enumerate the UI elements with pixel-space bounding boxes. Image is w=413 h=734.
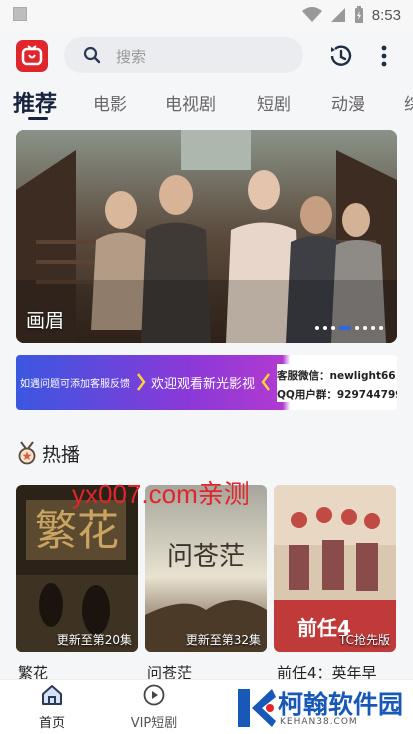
carousel-dot [379, 326, 383, 330]
search-bar[interactable]: 搜索 [64, 37, 303, 73]
top-bar: 搜索 [0, 32, 413, 78]
carousel-dot [363, 326, 367, 330]
hero-banner[interactable]: 画眉 [16, 130, 397, 343]
site-name: 柯翰软件园 [278, 690, 404, 719]
category-tabs: 推荐 电影 电视剧 短剧 动漫 综 [0, 84, 413, 124]
active-tab-indicator [28, 117, 48, 120]
app-logo[interactable] [16, 40, 48, 72]
carousel-dot [355, 326, 359, 330]
carousel-dot [315, 326, 319, 330]
site-logo-icon [238, 689, 276, 727]
tab-variety[interactable]: 综 [404, 90, 413, 115]
home-icon [42, 685, 62, 705]
notification-icon [13, 7, 27, 21]
qq-group-contact: QQ用户群：929744799 [277, 389, 397, 401]
play-circle-icon [143, 684, 165, 706]
section-title: 热播 [42, 443, 81, 466]
wechat-contact: 客服微信：newlight66 [277, 370, 396, 382]
site-url: KEHAN38.COM [280, 717, 358, 727]
tab-short-drama[interactable]: 短剧 [257, 90, 291, 115]
notice-welcome-text: 欢迎观看新光影视 [151, 377, 256, 392]
app-screen: 8:53 搜索 推荐 电影 电视剧 短剧 动漫 综 画眉 如遇问题可添加客服反馈… [0, 0, 413, 734]
carousel-dot [371, 326, 375, 330]
tab-recommend[interactable]: 推荐 [13, 86, 57, 118]
section-header-hot: 热播 [16, 438, 80, 468]
history-icon[interactable] [327, 42, 355, 70]
site-watermark-logo: 柯翰软件园 KEHAN38.COM [228, 683, 413, 734]
poster-card[interactable]: 前任4 TC抢先版 [274, 485, 396, 652]
nav-home[interactable]: 首页 [12, 684, 92, 731]
nav-vip-short-drama[interactable]: VIP短剧 [114, 684, 194, 731]
watermark-text: yx007.com亲测 [72, 479, 250, 509]
episode-badge: TC抢先版 [338, 633, 390, 647]
carousel-indicator [315, 326, 383, 330]
tab-anime[interactable]: 动漫 [331, 90, 365, 115]
banner-image [16, 130, 397, 343]
medal-icon [18, 441, 36, 465]
nav-vip-label: VIP短剧 [130, 716, 178, 731]
clock: 8:53 [371, 6, 401, 24]
tab-tv-series[interactable]: 电视剧 [165, 90, 216, 115]
status-bar: 8:53 [0, 0, 413, 30]
battery-icon [354, 6, 363, 23]
carousel-dot-active [339, 326, 351, 330]
chevron-right-icon [137, 373, 146, 391]
contact-info: 客服微信：newlight66 QQ用户群：929744799 [277, 364, 397, 402]
notice-banner[interactable]: 如遇问题可添加客服反馈 欢迎观看新光影视 客服微信：newlight66 QQ用… [16, 355, 397, 410]
episode-badge: 更新至第32集 [185, 633, 261, 647]
chevron-left-icon [261, 373, 270, 391]
signal-icon [330, 8, 345, 22]
search-icon [83, 46, 101, 64]
carousel-dot [331, 326, 335, 330]
poster-image: 前任4 [274, 485, 396, 652]
tv-icon [21, 45, 43, 66]
carousel-dot [323, 326, 327, 330]
tab-movie[interactable]: 电影 [93, 90, 127, 115]
search-placeholder: 搜索 [116, 48, 147, 66]
svg-text:繁花: 繁花 [35, 506, 119, 555]
notice-feedback-text: 如遇问题可添加客服反馈 [20, 379, 130, 390]
episode-badge: 更新至第20集 [56, 633, 132, 647]
more-options-icon[interactable] [376, 42, 392, 70]
wifi-icon [301, 7, 322, 22]
banner-title: 画眉 [26, 310, 65, 332]
nav-home-label: 首页 [38, 716, 65, 731]
svg-text:问苍茫: 问苍茫 [167, 542, 245, 572]
